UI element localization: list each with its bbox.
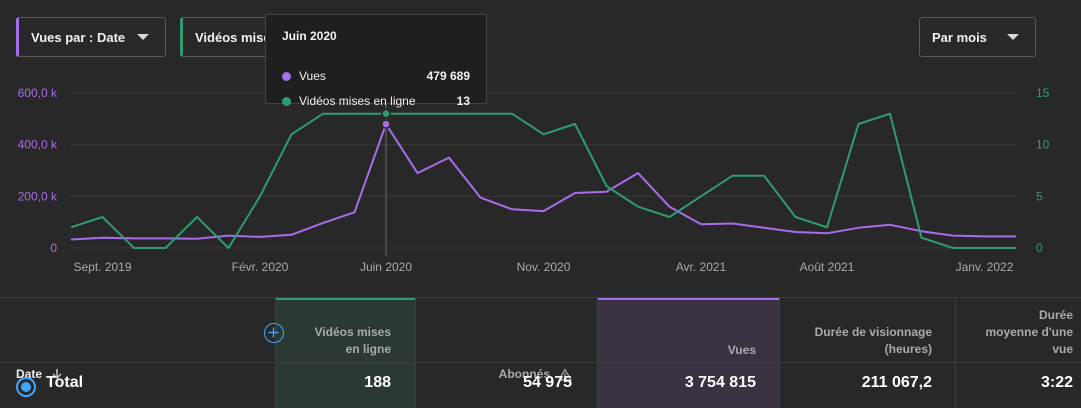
uploads-highlight-point [381, 108, 391, 119]
column-divider [779, 298, 780, 408]
column-divider [415, 298, 416, 408]
y-right-tick-label: 15 [1036, 86, 1050, 100]
row-divider [0, 362, 1081, 363]
x-tick-label: Sept. 2019 [73, 260, 131, 274]
y-left-tick-label: 400,0 k [18, 138, 58, 152]
total-watch-time-value: 211 067,2 [861, 374, 932, 391]
column-divider [597, 298, 598, 408]
uploads-legend-dot [282, 96, 291, 106]
uploads-series-line [70, 112, 1016, 249]
x-tick-label: Avr. 2021 [676, 260, 727, 274]
y-right-tick-label: 0 [1036, 241, 1043, 255]
column-header-label: Durée de visionnage [814, 325, 932, 339]
tooltip-value: 479 689 [426, 69, 470, 83]
column-header-label: vue [1052, 342, 1073, 356]
add-metric-button[interactable] [264, 323, 284, 343]
tooltip-row-uploads: Vidéos mises en ligne 13 [282, 93, 470, 109]
y-left-tick-label: 0 [50, 241, 57, 255]
total-avg-duration-value: 3:22 [1040, 374, 1073, 391]
tooltip-title: Juin 2020 [282, 29, 337, 43]
column-header-label: Vues [727, 343, 756, 357]
column-header-label: Vidéos mises [314, 325, 392, 339]
tooltip-label: Vues [299, 69, 326, 83]
y-right-tick-label: 10 [1036, 138, 1050, 152]
column-divider [275, 298, 276, 408]
x-tick-label: Janv. 2022 [956, 260, 1014, 274]
total-views-value: 3 754 815 [684, 374, 756, 391]
y-right-tick-label: 5 [1036, 189, 1043, 203]
column-header-label: moyenne d'une [985, 325, 1073, 339]
column-header-label: Durée [1038, 308, 1073, 322]
views-series-line [70, 123, 1016, 241]
plus-icon [268, 327, 279, 338]
x-tick-label: Nov. 2020 [517, 260, 571, 274]
views-highlight-point [381, 119, 391, 129]
x-tick-label: Févr. 2020 [232, 260, 289, 274]
x-tick-label: Juin 2020 [360, 260, 412, 274]
radio-dot-icon [21, 382, 31, 392]
y-left-tick-label: 200,0 k [18, 189, 58, 203]
total-radio-button[interactable] [16, 377, 36, 397]
line-chart[interactable]: 0 200,0 k 400,0 k 600,0 k 0 5 10 15 Sept. 2019 Fé… [0, 0, 1081, 290]
tooltip-row-views: Vues 479 689 [282, 68, 470, 84]
x-tick-label: Août 2021 [800, 260, 855, 274]
tooltip-value: 13 [456, 94, 470, 108]
metrics-table: Date Vidéos mises en ligne Abonnés Vues … [0, 297, 1081, 408]
chart-tooltip: Juin 2020 Vues 479 689 Vidéos mises en l… [265, 14, 487, 108]
column-header-label: en ligne [345, 342, 391, 356]
column-header-label: (heures) [884, 342, 932, 356]
y-left-tick-label: 600,0 k [18, 86, 58, 100]
total-uploads-value: 188 [364, 374, 391, 391]
total-row-label: Total [46, 374, 84, 391]
total-subscribers-value: 54 975 [523, 374, 572, 391]
views-legend-dot [282, 71, 291, 81]
column-divider [955, 298, 956, 408]
tooltip-label: Vidéos mises en ligne [299, 94, 416, 108]
